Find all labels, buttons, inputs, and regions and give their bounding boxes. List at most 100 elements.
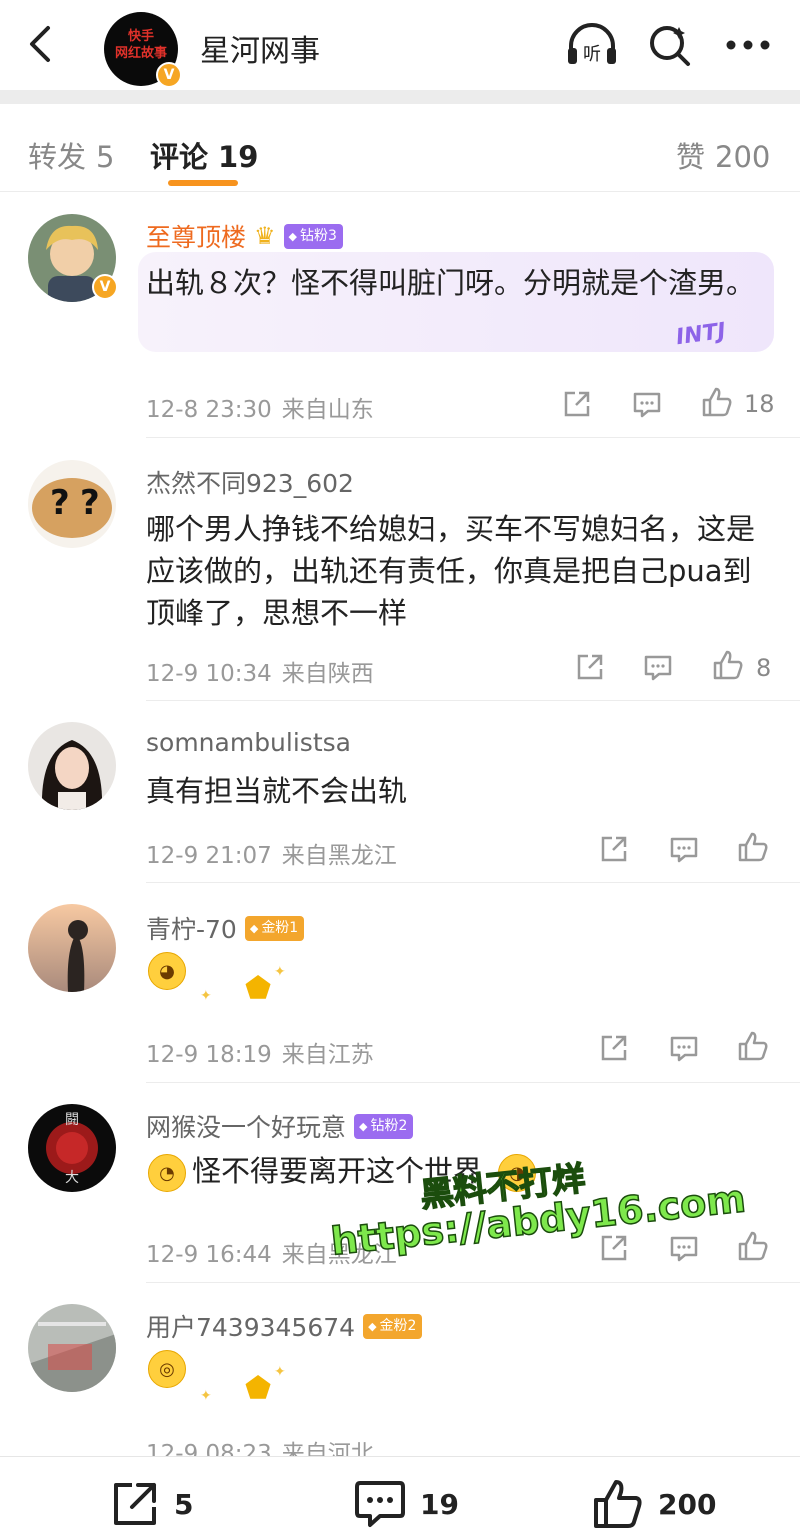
account-avatar[interactable]: 快手 网红故事 V <box>104 12 182 88</box>
more-icon <box>726 40 770 50</box>
avatar[interactable]: 闘大 <box>28 1104 116 1192</box>
sparkle-icon: ✦ <box>274 964 286 980</box>
like-count: 8 <box>756 654 772 682</box>
comment-divider <box>146 437 800 438</box>
back-icon <box>30 26 50 62</box>
comment-meta: 12-9 10:34 来自陕西 <box>146 661 374 687</box>
verified-badge: V <box>92 274 118 300</box>
comment-icon <box>633 392 661 418</box>
reply-button[interactable] <box>638 647 678 687</box>
like-count: 18 <box>744 390 775 418</box>
repost-button[interactable]: 5 <box>110 1479 193 1529</box>
reply-button[interactable] <box>664 1028 704 1068</box>
fan-badge: ◆ 钻粉3 <box>283 223 343 249</box>
reply-button[interactable] <box>664 1228 704 1268</box>
search-button[interactable] <box>642 20 698 70</box>
comment-count: 19 <box>420 1487 459 1521</box>
tab-reposts[interactable]: 转发 5 <box>28 134 114 176</box>
share-button[interactable] <box>557 384 597 424</box>
comment-meta: 12-9 21:07 来自黑龙江 <box>146 843 397 869</box>
avatar-logo: 快手 网红故事 <box>114 29 167 61</box>
tab-likes[interactable]: 赞 200 <box>676 134 770 176</box>
svg-text:闘: 闘 <box>65 1112 79 1128</box>
comment-divider <box>146 882 800 883</box>
top-nav-bar: 快手 网红故事 V 星河网事 听 <box>0 0 800 90</box>
tab-comments[interactable]: 评论 19 <box>150 134 258 176</box>
comment-divider <box>146 1282 800 1283</box>
comment-icon <box>670 837 698 863</box>
svg-text:?: ? <box>80 483 100 523</box>
like-button[interactable] <box>697 382 737 422</box>
comment-icon <box>670 1036 698 1062</box>
sparkle-icon: ✦ <box>200 1388 212 1404</box>
more-button[interactable] <box>720 20 776 70</box>
share-icon <box>601 1035 627 1061</box>
back-button[interactable] <box>20 22 60 66</box>
comment-meta: 12-9 18:19 来自江苏 <box>146 1042 374 1068</box>
account-name[interactable]: 星河网事 <box>200 26 320 70</box>
repost-icon <box>114 1483 156 1525</box>
comment-divider <box>146 700 800 701</box>
repost-count: 5 <box>174 1487 194 1521</box>
svg-text:听: 听 <box>583 44 601 65</box>
like-button[interactable] <box>733 827 773 867</box>
comment-text: 出轨８次？怪不得叫脏门呀。分明就是个渣男。 <box>146 266 756 300</box>
comment-username[interactable]: 用户7439345674 ◆ 金粉2 <box>146 1308 423 1344</box>
thumbs-up-icon <box>738 1231 768 1261</box>
listen-icon: 听 <box>568 23 616 65</box>
avatar[interactable] <box>28 722 116 810</box>
emoji-icon: ◔ <box>148 1154 186 1192</box>
thumbs-up-icon <box>738 1031 768 1061</box>
search-icon <box>650 26 690 66</box>
active-tab-indicator <box>168 180 238 186</box>
crown-icon: ♛ <box>254 222 276 250</box>
share-icon <box>601 836 627 862</box>
diamond-icon: ◆ <box>359 1119 368 1133</box>
comment-icon <box>355 1481 405 1527</box>
gold-gem-icon: ◆ <box>368 1319 377 1333</box>
comment-username[interactable]: somnambulistsa <box>146 728 351 757</box>
share-icon <box>564 391 590 417</box>
comment-button[interactable]: 19 <box>354 1479 459 1529</box>
comment-icon <box>644 655 672 681</box>
comment-icon <box>670 1236 698 1262</box>
verified-badge: V <box>156 62 182 88</box>
share-button[interactable] <box>594 1028 634 1068</box>
fan-badge: ◆ 钻粉2 <box>354 1113 414 1139</box>
share-button[interactable] <box>570 647 610 687</box>
section-separator <box>0 90 800 104</box>
comment-meta: 12-8 23:30 来自山东 <box>146 397 374 423</box>
reply-button[interactable] <box>664 829 704 869</box>
comment-username[interactable]: 杰然不同923_602 <box>146 464 354 500</box>
like-post-button[interactable]: 200 <box>592 1479 716 1529</box>
comment-divider <box>146 1082 800 1083</box>
thumbs-up-icon <box>594 1480 642 1528</box>
svg-text:大: 大 <box>65 1170 79 1186</box>
thumbs-up-icon <box>702 387 732 417</box>
comment-text: 真有担当就不会出轨 <box>146 774 408 808</box>
tab-bar: 转发 5 评论 19 赞 200 <box>0 104 800 192</box>
share-button[interactable] <box>594 829 634 869</box>
thumbs-up-icon <box>738 832 768 862</box>
svg-text:?: ? <box>50 483 70 523</box>
listen-button[interactable]: 听 <box>564 20 620 70</box>
avatar[interactable]: ?? <box>28 460 116 548</box>
comment-username[interactable]: 至尊顶楼 ♛ ◆ 钻粉3 <box>146 218 343 254</box>
like-post-count: 200 <box>658 1487 717 1521</box>
fan-badge: ◆ 金粉1 <box>244 915 305 941</box>
comment-username[interactable]: 网猴没一个好玩意 ◆ 钻粉2 <box>146 1108 414 1144</box>
like-button[interactable] <box>733 1026 773 1066</box>
like-button[interactable] <box>708 645 748 685</box>
share-icon <box>577 654 603 680</box>
avatar[interactable] <box>28 904 116 992</box>
thumbs-up-icon <box>713 650 743 680</box>
reply-button[interactable] <box>627 384 667 424</box>
sparkle-icon: ✦ <box>200 988 212 1004</box>
emoji-sticker: ◎ <box>148 1350 186 1388</box>
avatar[interactable] <box>28 1304 116 1392</box>
bottom-action-bar: 5 19 200 <box>0 1456 800 1539</box>
gold-gem-icon: ◆ <box>249 921 259 935</box>
like-button[interactable] <box>733 1226 773 1266</box>
share-icon <box>601 1235 627 1261</box>
comment-username[interactable]: 青柠-70 ◆ 金粉1 <box>146 910 305 946</box>
